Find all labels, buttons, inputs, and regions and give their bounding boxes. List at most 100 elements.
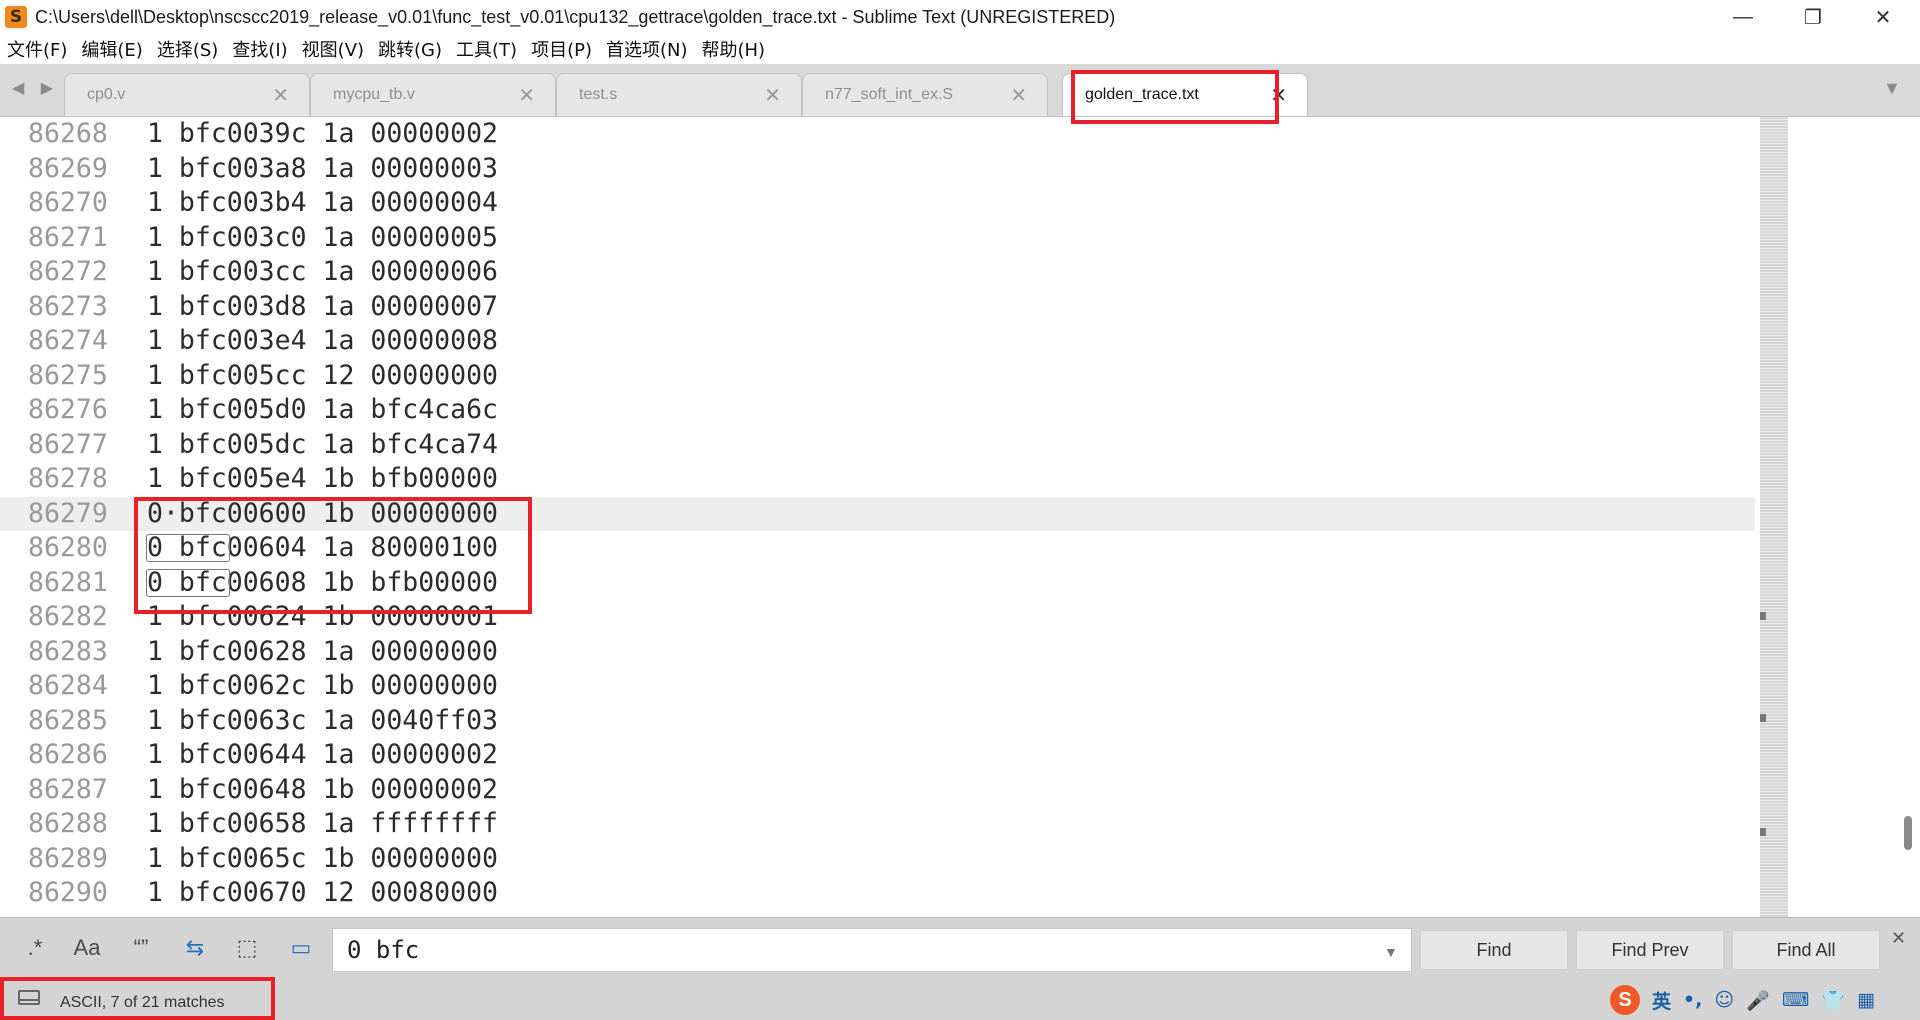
line-text[interactable]: 1 bfc00628 1a 00000000 [147,635,498,670]
case-sensitive-toggle-button[interactable]: Aa [70,932,104,964]
code-line[interactable]: 86273 1 bfc003d8 1a 00000007 [0,290,1755,325]
close-window-button[interactable]: ✕ [1848,0,1918,34]
minimize-button[interactable]: — [1708,0,1778,34]
highlight-matches-toggle-button[interactable]: ▭ [284,932,318,964]
scrollbar-thumb[interactable] [1904,816,1912,850]
line-text[interactable]: 1 bfc003c0 1a 00000005 [147,221,498,256]
code-line[interactable]: 86280 0 bfc00604 1a 80000100 [0,531,1755,566]
wrap-toggle-button[interactable]: ⇆ [178,932,212,964]
regex-toggle-button[interactable]: .* [18,932,52,964]
menu-item-0[interactable]: 文件(F) [0,36,74,62]
code-line[interactable]: 86282 1 bfc00624 1b 00000001 [0,600,1755,635]
tray-icon-5[interactable]: ▦ [1857,989,1875,1012]
sogou-ime-logo-icon[interactable]: S [1610,985,1640,1015]
code-line[interactable]: 86279 0·bfc00600 1b 00000000 [0,496,1755,532]
find-prev-button[interactable]: Find Prev [1576,930,1724,970]
tray-icon-0[interactable]: •, [1683,989,1702,1012]
tab-close-icon[interactable]: ✕ [1270,83,1287,108]
code-line[interactable]: 86276 1 bfc005d0 1a bfc4ca6c [0,393,1755,428]
line-text[interactable]: 1 bfc003e4 1a 00000008 [147,324,498,359]
restore-button[interactable]: ❐ [1778,0,1848,34]
whole-word-toggle-button[interactable]: “” [124,932,158,964]
tab-close-icon[interactable]: ✕ [518,83,535,108]
menu-item-8[interactable]: 首选项(N) [599,36,695,62]
line-text[interactable]: 0·bfc00600 1b 00000000 [147,497,498,532]
tab-0[interactable]: cp0.v ✕ [64,73,310,116]
line-text[interactable]: 1 bfc00658 1a ffffffff [147,807,498,842]
line-text[interactable]: 1 bfc005e4 1b bfb00000 [147,462,498,497]
menu-item-2[interactable]: 选择(S) [150,36,225,62]
tab-2[interactable]: test.s ✕ [556,73,802,116]
line-text[interactable]: 1 bfc0039c 1a 00000002 [147,117,498,152]
code-line[interactable]: 86271 1 bfc003c0 1a 00000005 [0,221,1755,256]
code-line[interactable]: 86270 1 bfc003b4 1a 00000004 [0,186,1755,221]
menu-item-3[interactable]: 查找(I) [225,36,294,62]
line-number: 86280 [28,532,108,563]
menu-item-5[interactable]: 跳转(G) [371,36,449,62]
code-line[interactable]: 86269 1 bfc003a8 1a 00000003 [0,152,1755,187]
code-line[interactable]: 86286 1 bfc00644 1a 00000002 [0,738,1755,773]
line-text[interactable]: 1 bfc00670 12 00080000 [147,876,498,911]
tray-icon-2[interactable]: 🎤 [1746,989,1770,1012]
tab-3[interactable]: n77_soft_int_ex.S ✕ [802,73,1048,116]
find-all-button[interactable]: Find All [1732,930,1880,970]
close-find-panel-button[interactable]: ✕ [1891,928,1906,949]
line-text[interactable]: 1 bfc0065c 1b 00000000 [147,842,498,877]
tray-icon-4[interactable]: 👕 [1821,989,1845,1012]
tray-icon-3[interactable]: ⌨ [1782,989,1809,1012]
code-line[interactable]: 86288 1 bfc00658 1a ffffffff [0,807,1755,842]
find-history-dropdown-icon[interactable]: ▼ [1384,944,1398,960]
code-line[interactable]: 86287 1 bfc00648 1b 00000002 [0,773,1755,808]
line-text[interactable]: 1 bfc003d8 1a 00000007 [147,290,498,325]
line-text[interactable]: 1 bfc003cc 1a 00000006 [147,255,498,290]
sublime-window: S C:\Users\dell\Desktop\nscscc2019_relea… [0,0,1920,1020]
window-title: C:\Users\dell\Desktop\nscscc2019_release… [35,6,1116,27]
code-line[interactable]: 86268 1 bfc0039c 1a 00000002 [0,117,1755,152]
line-text[interactable]: 1 bfc003a8 1a 00000003 [147,152,498,187]
tab-close-icon[interactable]: ✕ [764,83,781,108]
menu-item-9[interactable]: 帮助(H) [695,36,773,62]
panel-toggle-icon[interactable] [18,990,40,1005]
tab-label: n77_soft_int_ex.S [825,86,954,103]
line-text[interactable]: 1 bfc00644 1a 00000002 [147,738,498,773]
find-input[interactable]: 0 bfc [332,928,1412,972]
code-line[interactable]: 86275 1 bfc005cc 12 00000000 [0,359,1755,394]
vertical-scrollbar[interactable] [1900,117,1914,917]
editor-area[interactable]: 86268 1 bfc0039c 1a 00000002 86269 1 bfc003… [0,117,1920,917]
menu-item-1[interactable]: 编辑(E) [74,36,149,62]
line-text[interactable]: 1 bfc00648 1b 00000002 [147,773,498,808]
line-text[interactable]: 1 bfc005dc 1a bfc4ca74 [147,428,498,463]
line-text[interactable]: 1 bfc003b4 1a 00000004 [147,186,498,221]
menu-item-6[interactable]: 工具(T) [449,36,524,62]
line-text[interactable]: 1 bfc00624 1b 00000001 [147,600,498,635]
line-text[interactable]: 1 bfc0063c 1a 0040ff03 [147,704,498,739]
tab-overflow-icon[interactable]: ▼ [1883,78,1901,99]
sublime-logo-icon: S [5,6,27,28]
code-line[interactable]: 86274 1 bfc003e4 1a 00000008 [0,324,1755,359]
tab-4[interactable]: golden_trace.txt ✕ [1062,73,1308,116]
code-line[interactable]: 86285 1 bfc0063c 1a 0040ff03 [0,704,1755,739]
code-line[interactable]: 86289 1 bfc0065c 1b 00000000 [0,842,1755,877]
tray-icon-1[interactable]: ☺ [1714,989,1734,1012]
tab-1[interactable]: mycpu_tb.v ✕ [310,73,556,116]
menu-item-4[interactable]: 视图(V) [295,36,371,62]
menu-item-7[interactable]: 项目(P) [524,36,599,62]
code-line[interactable]: 86281 0 bfc00608 1b bfb00000 [0,566,1755,601]
tab-close-icon[interactable]: ✕ [1010,83,1027,108]
code-line[interactable]: 86278 1 bfc005e4 1b bfb00000 [0,462,1755,497]
minimap[interactable] [1760,117,1788,917]
tab-close-icon[interactable]: ✕ [272,83,289,108]
line-text[interactable]: 1 bfc005cc 12 00000000 [147,359,498,394]
code-line[interactable]: 86283 1 bfc00628 1a 00000000 [0,635,1755,670]
line-text[interactable]: 1 bfc0062c 1b 00000000 [147,669,498,704]
code-line[interactable]: 86277 1 bfc005dc 1a bfc4ca74 [0,428,1755,463]
code-line[interactable]: 86290 1 bfc00670 12 00080000 [0,876,1755,911]
find-button[interactable]: Find [1420,930,1568,970]
line-text[interactable]: 1 bfc005d0 1a bfc4ca6c [147,393,498,428]
ime-language-mode[interactable]: 英 [1652,987,1671,1014]
line-number: 86285 [28,704,108,736]
tab-nav-arrows-icon[interactable]: ◀ ▶ [12,78,59,98]
code-line[interactable]: 86284 1 bfc0062c 1b 00000000 [0,669,1755,704]
in-selection-toggle-button[interactable]: ⬚ [230,932,264,964]
code-line[interactable]: 86272 1 bfc003cc 1a 00000006 [0,255,1755,290]
